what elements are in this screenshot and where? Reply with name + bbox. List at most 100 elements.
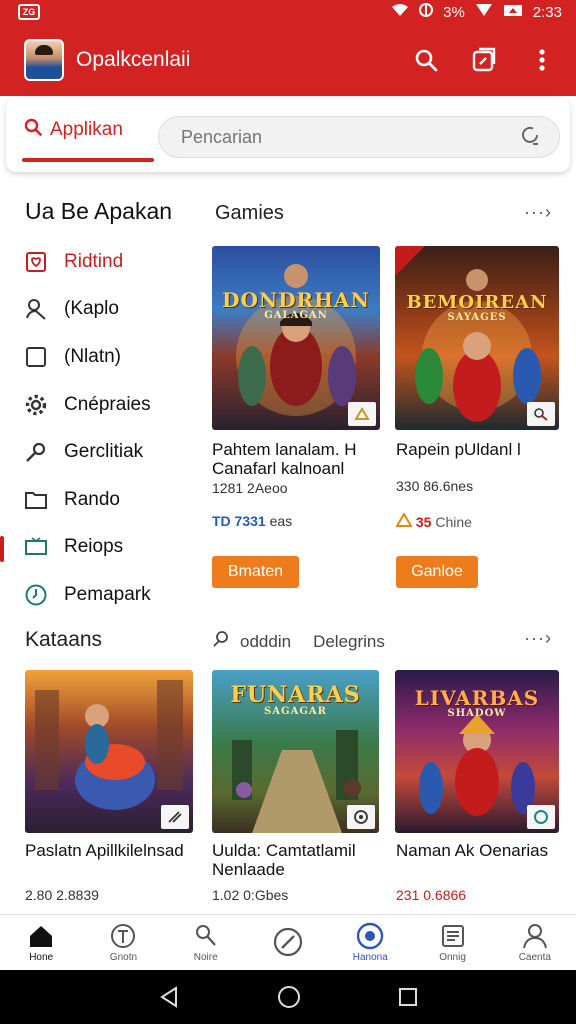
game-price-1: TD 7331 eas <box>212 513 292 529</box>
profile-icon <box>522 922 548 950</box>
sidebar-item-pemapark[interactable]: Pemapark <box>0 571 190 619</box>
kataan-badge-1 <box>161 805 189 829</box>
nav-item-noire[interactable]: Noire <box>165 915 247 970</box>
brush-icon <box>110 922 136 950</box>
sidebar-item-label: (Nlatn) <box>64 345 122 367</box>
kataan-meta-3: 231 0.6866 <box>396 887 467 903</box>
tab-applikan[interactable]: Applikan <box>24 118 123 142</box>
document-icon <box>441 922 465 950</box>
avatar[interactable] <box>24 39 64 81</box>
price-value: 35 <box>415 514 432 530</box>
battery-text: 3% <box>443 3 465 21</box>
sidebar-item-label: (Kaplo <box>64 298 119 320</box>
sidebar-item-label: Ridtind <box>64 250 124 272</box>
nav-item-hanona[interactable]: Hanona <box>329 915 411 970</box>
nav-label: Hone <box>29 952 54 963</box>
sidebar-item-label: Cnépraies <box>64 393 151 415</box>
price-value: TD 7331 <box>212 513 266 529</box>
game-badge-2 <box>527 402 555 426</box>
kataan-art-subtitle-2: SAGAGAR <box>264 706 327 717</box>
kataan-title-3[interactable]: Naman Ak Oenarias <box>396 841 561 860</box>
target-icon <box>356 922 384 950</box>
recents-icon[interactable] <box>398 987 418 1007</box>
kataan-card-image-2[interactable]: FUNARAS SAGAGAR <box>212 670 379 833</box>
tab-indicator <box>22 158 154 162</box>
square-icon <box>24 345 48 369</box>
game-art-subtitle-2: SAYAGES <box>447 312 507 323</box>
tv-icon <box>24 535 48 559</box>
kataan-title-2[interactable]: Uulda: Camtatlamil Nenlaade <box>212 841 382 879</box>
nav-item-compass[interactable] <box>247 915 329 970</box>
sidebar-item-gerclitiak[interactable]: Gerclitiak <box>0 428 190 476</box>
clock-icon <box>24 583 48 607</box>
kataan-art-subtitle-3: SHADOW <box>447 708 507 719</box>
kataan-card-image-1[interactable] <box>25 670 193 833</box>
sidebar-item-kaplo[interactable]: (Kaplo <box>0 286 190 334</box>
signal-icon <box>475 3 493 21</box>
search-filter-icon <box>212 630 230 653</box>
game-action-button-1[interactable]: Bmaten <box>212 556 299 588</box>
selection-marker <box>0 535 4 562</box>
sidebar-item-rando[interactable]: Rando <box>0 476 190 524</box>
sidebar-heading: Ua Be Apakan <box>25 198 173 224</box>
game-title-1[interactable]: Pahtem lanalam. H Canafarl kalnoanl <box>212 440 382 478</box>
game-title-2[interactable]: Rapein pUldanl l <box>396 440 561 459</box>
sidebar-item-ridtind[interactable]: Ridtind <box>0 238 190 286</box>
sidebar-item-label: Pemapark <box>64 583 151 605</box>
status-bar: ZG 3% 2:33 <box>0 0 576 24</box>
kataan-badge-3 <box>527 805 555 829</box>
sidebar-item-reiops[interactable]: Reiops <box>0 524 190 572</box>
person-icon <box>24 297 48 321</box>
nav-item-caenta[interactable]: Caenta <box>494 915 576 970</box>
sidebar-item-label: Rando <box>64 488 120 510</box>
game-card-image-2[interactable]: BEMOIREAN SAYAGES <box>395 246 559 430</box>
kataan-art-title-3: LIVARBAS <box>414 686 540 710</box>
kataan-title-1[interactable]: Paslatn Apillkilelnsad <box>25 841 195 860</box>
search-card: Applikan <box>6 98 570 172</box>
sidebar-item-nlatn[interactable]: (Nlatn) <box>0 333 190 381</box>
kataans-filters: odddin Delegrins <box>212 630 385 653</box>
home-circle-icon[interactable] <box>277 985 301 1009</box>
back-icon[interactable] <box>158 986 180 1008</box>
sidebar: Ridtind (Kaplo (Nlatn) Cnépraies Gerclit… <box>0 238 190 619</box>
filter-option-1[interactable]: odddin <box>240 632 291 652</box>
game-art-title-1: DONDRHAN <box>222 288 370 312</box>
nav-label: Onnig <box>439 952 466 963</box>
game-action-button-2[interactable]: Ganloe <box>396 556 478 588</box>
sidebar-item-cnepraies[interactable]: Cnépraies <box>0 381 190 429</box>
game-art-title-2: BEMOIREAN <box>406 292 548 313</box>
search-input[interactable] <box>181 126 501 148</box>
heart-box-icon <box>24 250 48 274</box>
nav-item-home[interactable]: Hone <box>0 915 82 970</box>
app-title: Opalkcenlaii <box>76 48 191 71</box>
game-price-2: 35 Chine <box>395 512 472 530</box>
folder-icon <box>24 488 48 512</box>
search-small-icon <box>24 118 42 142</box>
search-field[interactable] <box>158 116 560 158</box>
kataans-more-link[interactable]: ···› <box>524 628 552 649</box>
filter-option-2[interactable]: Delegrins <box>313 632 385 652</box>
nav-item-gnotn[interactable]: Gnotn <box>82 915 164 970</box>
kataan-meta-2: 1.02 0:Gbes <box>212 887 289 903</box>
search-person-icon <box>193 922 219 950</box>
nav-item-onnig[interactable]: Onnig <box>411 915 493 970</box>
games-more-link[interactable]: ···› <box>524 202 552 223</box>
games-heading: Gamies <box>215 202 284 224</box>
copy-icon[interactable] <box>470 46 498 74</box>
fire-icon <box>395 512 416 530</box>
game-meta-2: 330 86.6nes <box>396 478 474 494</box>
more-vert-icon[interactable] <box>528 46 556 74</box>
gear-icon <box>24 393 48 417</box>
status-icons: 3% 2:33 <box>391 2 562 22</box>
system-nav <box>0 970 576 1024</box>
search-icon[interactable] <box>412 46 440 74</box>
nav-label: Hanona <box>352 952 388 963</box>
bottom-nav: Hone Gnotn Noire Hanona Onnig Caenta <box>0 914 576 970</box>
notification-icon: ZG <box>18 4 40 20</box>
refresh-search-icon[interactable] <box>519 124 541 151</box>
kataan-meta-1: 2.80 2.8839 <box>25 887 99 903</box>
kataan-card-image-3[interactable]: LIVARBAS SHADOW <box>395 670 559 833</box>
kataan-art-title-2: FUNARAS <box>230 682 361 708</box>
wifi-icon <box>391 3 409 21</box>
game-card-image-1[interactable]: DONDRHAN GALAGAN <box>212 246 380 430</box>
